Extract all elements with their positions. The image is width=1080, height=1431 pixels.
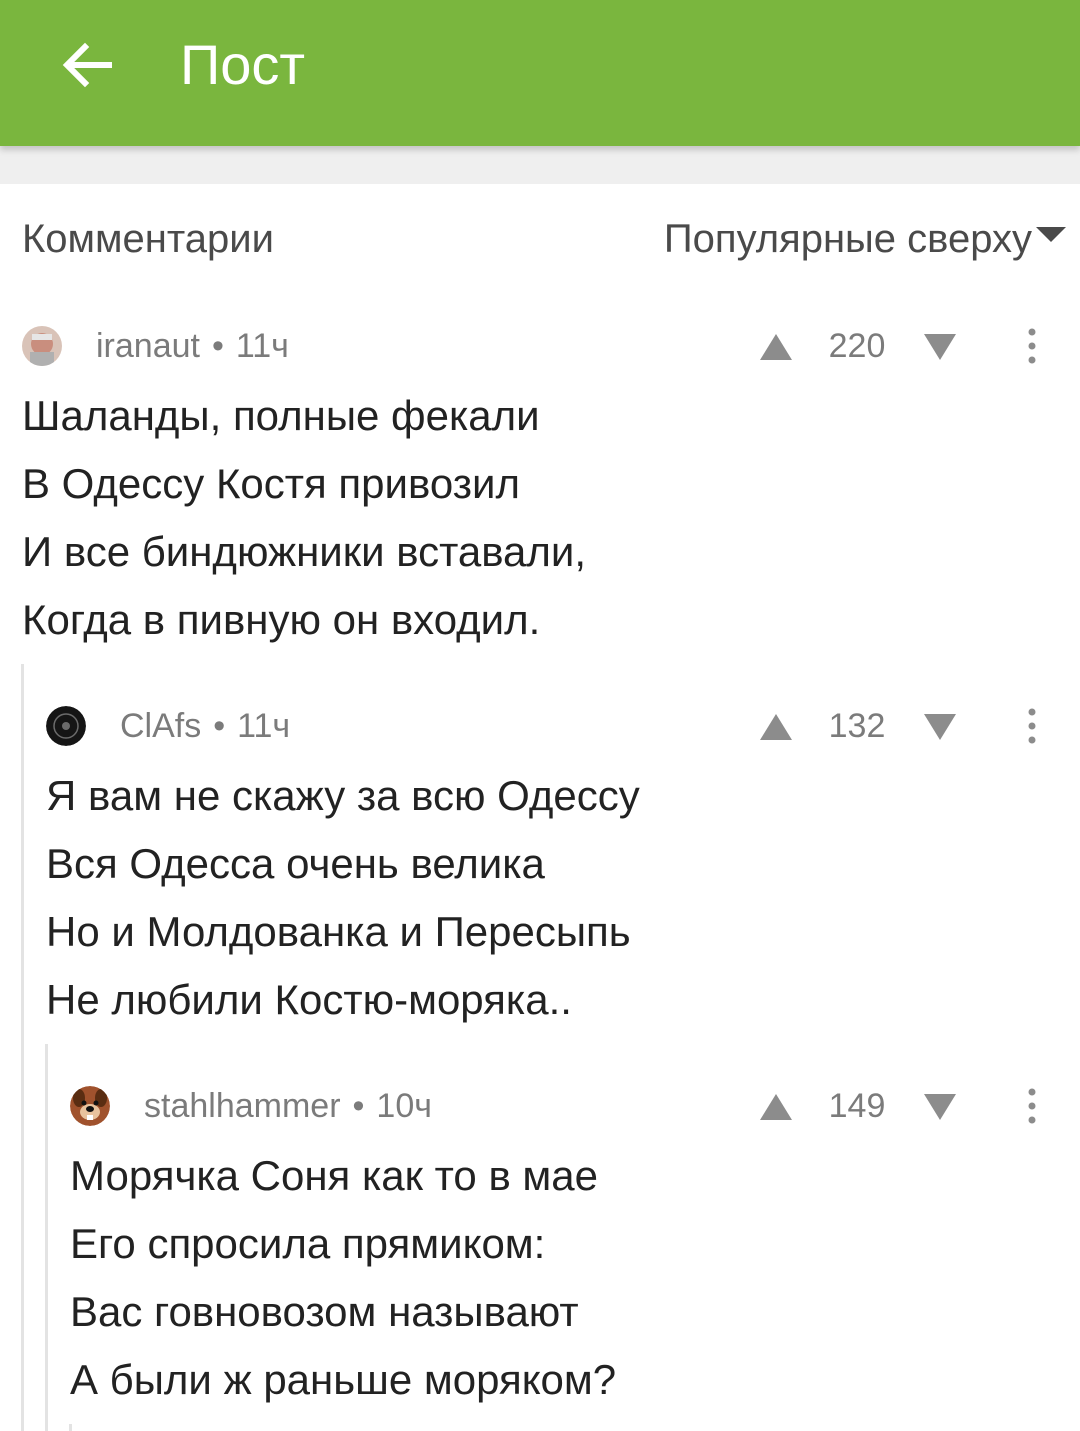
more-vertical-icon: [1028, 708, 1036, 744]
downvote-button[interactable]: [922, 328, 958, 369]
comment-line: А были ж раньше моряком?: [70, 1356, 617, 1403]
page-title: Пост: [180, 33, 306, 96]
triangle-up-icon: [760, 1094, 792, 1120]
comment-text: Морячка Соня как то в мае Его спросила п…: [70, 1142, 1080, 1414]
rating-count: 220: [828, 327, 886, 365]
author-name[interactable]: ClAfs: [120, 707, 201, 745]
triangle-down-icon: [924, 334, 956, 360]
dog-avatar-icon: [70, 1086, 110, 1126]
upvote-button[interactable]: [758, 1088, 794, 1129]
arrow-left-icon: [62, 42, 112, 88]
triangle-down-icon: [924, 1094, 956, 1120]
app-bar: Пост: [0, 0, 1080, 146]
comment-line: Вся Одесса очень велика: [46, 840, 545, 887]
user-avatar-icon: [22, 326, 62, 366]
rating-count: 149: [828, 1087, 886, 1125]
comments-title: Комментарии: [22, 216, 274, 261]
author-name[interactable]: stahlhammer: [144, 1087, 341, 1125]
avatar[interactable]: [46, 706, 86, 746]
timestamp: 10ч: [376, 1087, 432, 1125]
caret-down-icon: [1036, 226, 1066, 242]
more-vertical-icon: [1028, 1088, 1036, 1124]
rating-count: 132: [828, 707, 886, 745]
thread-line: [45, 1044, 48, 1431]
sort-label: Популярные сверху: [663, 216, 1032, 261]
comment-line: Шаланды, полные фекали: [22, 392, 540, 439]
author-name[interactable]: iranaut: [96, 327, 200, 365]
comment-meta: ClAfs • 11ч: [120, 706, 290, 746]
avatar[interactable]: [70, 1086, 110, 1126]
comment: iranaut • 11ч 220 Шаланды, полные фекали: [22, 326, 1080, 654]
sort-dropdown[interactable]: Популярные сверху: [664, 217, 1066, 262]
upvote-button[interactable]: [758, 708, 794, 749]
more-options-button[interactable]: [1024, 328, 1040, 369]
avatar[interactable]: [22, 326, 62, 366]
comment-meta: stahlhammer • 10ч: [144, 1086, 432, 1126]
comment-header: stahlhammer • 10ч 149: [70, 1086, 1080, 1142]
triangle-up-icon: [760, 714, 792, 740]
comments-panel: Комментарии Популярные сверху iranaut • 11…: [0, 184, 1080, 1431]
comment-line: Но и Молдованка и Пересыпь: [46, 908, 631, 955]
comments-header: Комментарии Популярные сверху: [22, 214, 1066, 264]
more-vertical-icon: [1028, 328, 1036, 364]
downvote-button[interactable]: [922, 1088, 958, 1129]
comment-text: Я вам не скажу за всю Одессу Вся Одесса …: [46, 762, 1080, 1034]
comment-line: Я вам не скажу за всю Одессу: [46, 772, 640, 819]
comment-line: Не любили Костю-моряка..: [46, 976, 572, 1023]
comment-text: Шаланды, полные фекали В Одессу Костя пр…: [22, 382, 1080, 654]
comment-line: В Одессу Костя привозил: [22, 460, 520, 507]
comment-meta: iranaut • 11ч: [96, 326, 289, 366]
comment-line: И все биндюжники вставали,: [22, 528, 587, 575]
thread-line: [21, 664, 24, 1431]
divider: [0, 146, 1080, 184]
comment-header: ClAfs • 11ч 132: [46, 706, 1080, 762]
timestamp: 11ч: [237, 707, 291, 745]
thread-line: [69, 1424, 72, 1431]
separator-dot: •: [352, 1087, 365, 1125]
comment-header: iranaut • 11ч 220: [22, 326, 1080, 382]
more-options-button[interactable]: [1024, 708, 1040, 749]
triangle-down-icon: [924, 714, 956, 740]
more-options-button[interactable]: [1024, 1088, 1040, 1129]
comment: ClAfs • 11ч 132 Я вам не скажу за всю Одес…: [46, 706, 1080, 1034]
comment: stahlhammer • 10ч 149 Морячка Соня как то …: [70, 1086, 1080, 1414]
comment-line: Его спросила прямиком:: [70, 1220, 546, 1267]
comment-line: Когда в пивную он входил.: [22, 596, 541, 643]
downvote-button[interactable]: [922, 708, 958, 749]
separator-dot: •: [213, 707, 226, 745]
timestamp: 11ч: [235, 327, 289, 365]
separator-dot: •: [211, 327, 224, 365]
back-button[interactable]: [52, 30, 122, 100]
triangle-up-icon: [760, 334, 792, 360]
comment-line: Вас говновозом называют: [70, 1288, 579, 1335]
upvote-button[interactable]: [758, 328, 794, 369]
comment-line: Морячка Соня как то в мае: [70, 1152, 599, 1199]
emblem-avatar-icon: [46, 706, 86, 746]
